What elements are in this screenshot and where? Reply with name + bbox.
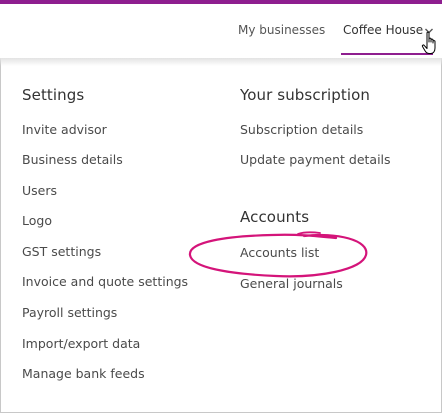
hand-cursor-icon bbox=[421, 31, 436, 54]
header-shadow bbox=[0, 58, 442, 66]
menu-item-import-export-data[interactable]: Import/export data bbox=[22, 336, 140, 351]
menu-item-manage-bank-feeds[interactable]: Manage bank feeds bbox=[22, 366, 145, 381]
active-nav-underline bbox=[341, 53, 433, 55]
highlight-ring bbox=[188, 231, 368, 278]
accounts-section-title: Accounts bbox=[240, 208, 310, 226]
menu-item-business-details[interactable]: Business details bbox=[22, 152, 123, 167]
nav-business-switcher[interactable]: Coffee House bbox=[343, 23, 423, 37]
subscription-section-title: Your subscription bbox=[240, 86, 370, 104]
menu-item-invoice-quote-settings[interactable]: Invoice and quote settings bbox=[22, 274, 188, 289]
menu-item-invite-advisor[interactable]: Invite advisor bbox=[22, 122, 107, 137]
menu-item-gst-settings[interactable]: GST settings bbox=[22, 244, 101, 259]
menu-item-users[interactable]: Users bbox=[22, 183, 57, 198]
menu-item-update-payment-details[interactable]: Update payment details bbox=[240, 152, 391, 167]
menu-item-logo[interactable]: Logo bbox=[22, 213, 52, 228]
menu-item-subscription-details[interactable]: Subscription details bbox=[240, 122, 363, 137]
nav-my-businesses[interactable]: My businesses bbox=[238, 23, 325, 37]
settings-section-title: Settings bbox=[22, 86, 85, 104]
menu-item-payroll-settings[interactable]: Payroll settings bbox=[22, 305, 117, 320]
